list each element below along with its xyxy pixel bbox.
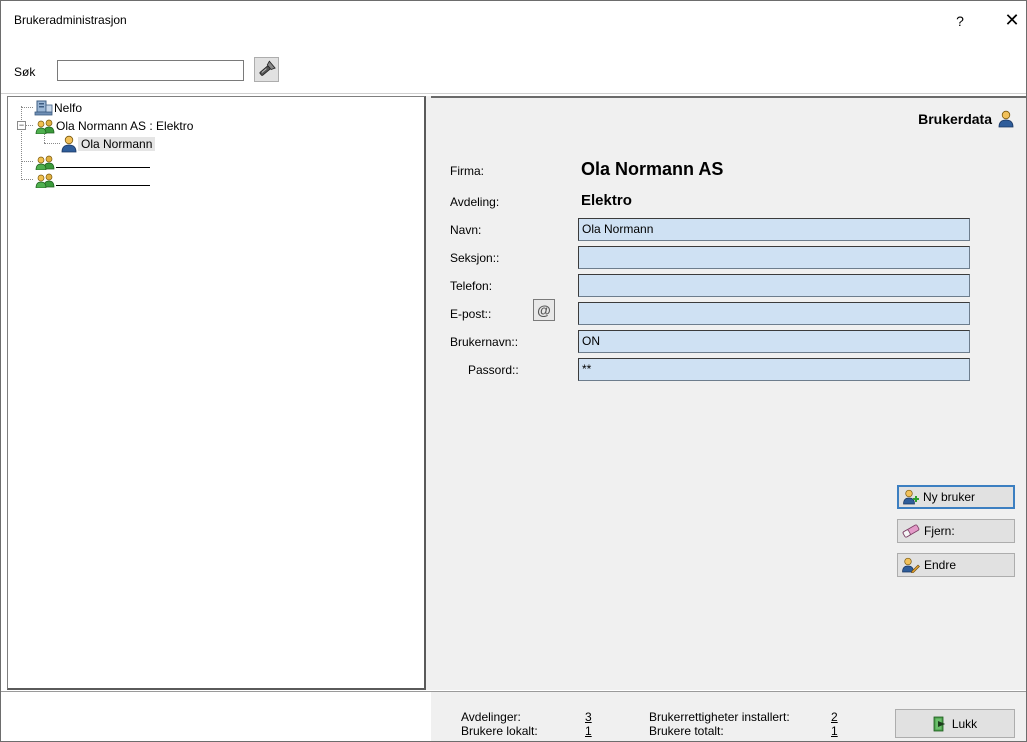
search-input[interactable] — [57, 60, 244, 81]
new-user-label: Ny bruker — [923, 490, 976, 504]
tree-view[interactable]: − Nelfo Ola Normann AS: Elektro Ola Nor… — [7, 96, 426, 690]
close-button[interactable]: Lukk — [895, 709, 1015, 738]
server-icon — [34, 100, 54, 116]
tree-connector — [21, 179, 33, 180]
navn-field[interactable]: Ola Normann — [578, 218, 970, 241]
firma-value: Ola Normann AS — [581, 159, 724, 179]
title-bar: Brukeradministrasjon ? ✕ — [1, 1, 1026, 41]
footer-left-area — [1, 692, 431, 741]
telefon-label: Telefon: — [450, 279, 493, 293]
help-button[interactable]: ? — [949, 8, 971, 34]
remove-button[interactable]: Fjern: — [897, 519, 1015, 543]
brukere-lokalt-label: Brukere lokalt: — [461, 724, 538, 738]
tree-connector — [21, 161, 33, 162]
seksjon-field[interactable] — [578, 246, 970, 269]
avdelinger-label: Avdelinger: — [461, 710, 521, 724]
group-icon — [34, 154, 56, 170]
seksjon-label: Seksjon:: — [450, 251, 500, 265]
remove-label: Fjern: — [924, 524, 955, 538]
epost-field[interactable] — [578, 302, 970, 325]
collapse-toggle[interactable]: − — [17, 121, 26, 130]
tree-node-blank[interactable] — [34, 171, 150, 189]
tree-connector — [44, 143, 60, 144]
tree-node-user[interactable]: Ola Normann — [60, 135, 156, 153]
detail-heading-text: Brukerdata — [918, 111, 992, 127]
rettigheter-value: 2 — [831, 710, 838, 724]
search-label: Søk — [14, 65, 36, 79]
brukernavn-label: Brukernavn:: — [450, 335, 519, 349]
rettigheter-label: Brukerrettigheter installert: — [649, 710, 790, 724]
tree-connector — [26, 125, 33, 126]
blank-name-line — [56, 156, 150, 168]
tree-connector — [21, 107, 33, 108]
brukere-lokalt-value: 1 — [585, 724, 592, 738]
at-sign-icon: @ — [537, 302, 551, 318]
tree-node-label: Ola Normann AS : Elektro — [56, 119, 194, 133]
email-button[interactable]: @ — [533, 299, 555, 321]
user-icon — [60, 135, 78, 153]
edit-user-icon — [902, 557, 920, 573]
edit-label: Endre — [924, 558, 957, 572]
telefon-field[interactable] — [578, 274, 970, 297]
user-icon — [998, 110, 1014, 128]
avdeling-label: Avdeling: — [450, 195, 500, 209]
search-button[interactable] — [254, 57, 279, 82]
avdeling-value: Elektro — [581, 192, 632, 209]
tree-node-label: Ola Normann — [78, 137, 156, 151]
new-user-button[interactable]: Ny bruker — [897, 485, 1015, 509]
avdelinger-value: 3 — [585, 710, 592, 724]
navn-label: Navn: — [450, 223, 482, 237]
footer-bar: Avdelinger: 3 Brukere lokalt: 1 Brukerre… — [1, 692, 1026, 741]
tree-connector — [21, 106, 22, 178]
user-detail-panel: Brukerdata Firma: Ola Normann AS Avdelin… — [431, 96, 1026, 690]
blank-name-line — [56, 174, 150, 186]
firma-label: Firma: — [450, 164, 484, 178]
passord-label: Passord:: — [468, 363, 519, 377]
toolbar-divider — [1, 93, 1026, 94]
tree-node-org[interactable]: Ola Normann AS : Elektro — [34, 117, 193, 135]
edit-button[interactable]: Endre — [897, 553, 1015, 577]
passord-field[interactable]: ** — [578, 358, 970, 381]
epost-label: E-post:: — [450, 307, 492, 321]
tree-node-blank[interactable] — [34, 153, 150, 171]
detail-heading: Brukerdata — [918, 110, 1014, 128]
brukernavn-field[interactable]: ON — [578, 330, 970, 353]
app-window: Brukeradministrasjon ? ✕ Søk − Nelfo Ola… — [0, 0, 1027, 742]
close-button-label: Lukk — [951, 716, 978, 731]
eraser-icon — [902, 523, 920, 539]
brukere-totalt-value: 1 — [831, 724, 838, 738]
group-icon — [34, 118, 56, 134]
group-icon — [34, 172, 56, 188]
close-window-button[interactable]: ✕ — [999, 8, 1025, 34]
window-title: Brukeradministrasjon — [14, 13, 127, 27]
tree-node-root[interactable]: Nelfo — [34, 99, 82, 117]
flashlight-icon — [255, 58, 278, 81]
exit-door-icon — [933, 716, 947, 732]
tree-node-label: Nelfo — [54, 101, 83, 115]
brukere-totalt-label: Brukere totalt: — [649, 724, 724, 738]
add-user-icon — [903, 489, 919, 505]
